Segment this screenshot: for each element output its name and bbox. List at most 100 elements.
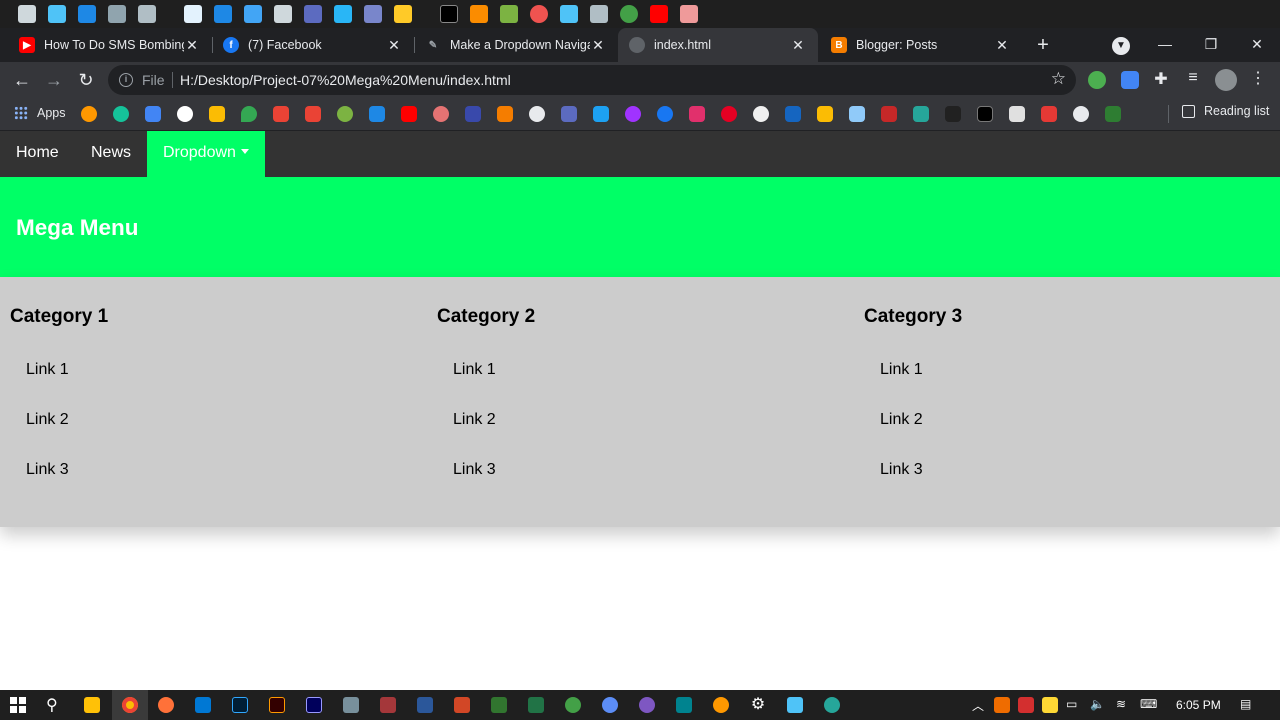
premiere-icon[interactable] [306, 697, 322, 713]
maps-icon[interactable] [241, 106, 257, 122]
forward-button[interactable]: → [42, 68, 66, 92]
notification-icon[interactable]: ▤ [1240, 697, 1251, 711]
menu-link[interactable]: Link 3 [880, 461, 923, 479]
nav-home-link[interactable]: Home [0, 131, 75, 177]
close-icon[interactable]: ✕ [386, 37, 402, 54]
close-icon[interactable]: ✕ [590, 37, 606, 54]
address-bar[interactable]: i File H:/Desktop/Project-07%20Mega%20Me… [108, 65, 1076, 95]
menu-icon[interactable]: ⋮ [1250, 68, 1266, 88]
bookmark-icon[interactable] [433, 106, 449, 122]
chevron-up-icon[interactable]: ︿ [972, 697, 984, 714]
app-icon[interactable] [676, 697, 692, 713]
tab-search-button[interactable]: ▼ [1112, 37, 1130, 55]
bookmark-star-icon[interactable]: ☆ [1051, 69, 1066, 89]
app-icon[interactable] [602, 697, 618, 713]
project-icon[interactable] [491, 697, 507, 713]
new-tab-button[interactable]: + [1032, 34, 1054, 56]
bookmark-icon[interactable] [1105, 106, 1121, 122]
media-control-icon[interactable]: ≡ [1183, 69, 1203, 87]
url-text[interactable]: H:/Desktop/Project-07%20Mega%20Menu/inde… [180, 72, 511, 88]
pinterest-icon[interactable] [721, 106, 737, 122]
app-icon[interactable] [639, 697, 655, 713]
vscode-icon[interactable] [195, 697, 211, 713]
app-shortcut-icon[interactable] [364, 5, 382, 23]
app-shortcut-icon[interactable] [334, 5, 352, 23]
app-icon[interactable] [787, 697, 803, 713]
windows-start-icon[interactable] [10, 697, 26, 713]
youtube-icon[interactable] [650, 5, 668, 23]
search-icon[interactable]: ⚲ [46, 695, 58, 715]
menu-link[interactable]: Link 2 [880, 411, 923, 429]
photos-icon[interactable] [273, 106, 289, 122]
browser-tab[interactable]: ▶ How To Do SMS Bombing ✕ [0, 28, 212, 62]
app-shortcut-icon[interactable] [620, 5, 638, 23]
app-shortcut-icon[interactable] [304, 5, 322, 23]
extension-icon[interactable] [1088, 71, 1106, 89]
globe-icon[interactable] [529, 106, 545, 122]
youtube-icon[interactable] [401, 106, 417, 122]
close-window-button[interactable]: ✕ [1234, 32, 1280, 56]
clock-time[interactable]: 6:05 PM [1176, 698, 1221, 712]
close-icon[interactable]: ✕ [790, 37, 806, 54]
github-icon[interactable] [753, 106, 769, 122]
app-shortcut-icon[interactable] [138, 5, 156, 23]
download-icon[interactable] [214, 5, 232, 23]
google-icon[interactable] [817, 106, 833, 122]
menu-link[interactable]: Link 2 [453, 411, 496, 429]
apps-shortcut[interactable]: Apps [14, 106, 66, 120]
app-shortcut-icon[interactable] [48, 5, 66, 23]
bookmark-icon[interactable] [465, 106, 481, 122]
google-icon[interactable] [177, 106, 193, 122]
menu-link[interactable]: Link 3 [26, 461, 69, 479]
bookmark-icon[interactable] [1041, 106, 1057, 122]
xampp-icon[interactable] [470, 5, 488, 23]
illustrator-icon[interactable] [269, 697, 285, 713]
messenger-icon[interactable] [625, 106, 641, 122]
bookmark-icon[interactable] [785, 106, 801, 122]
keyboard-icon[interactable]: ⌨ [1140, 697, 1157, 711]
facebook-icon[interactable] [657, 106, 673, 122]
music-icon[interactable] [244, 5, 262, 23]
battery-icon[interactable]: ▭ [1066, 697, 1077, 711]
photoshop-icon[interactable] [232, 697, 248, 713]
browser-tab-active[interactable]: index.html ✕ [618, 28, 818, 62]
powerpoint-icon[interactable] [454, 697, 470, 713]
app-shortcut-icon[interactable] [500, 5, 518, 23]
nav-dropdown-button[interactable]: Dropdown [147, 131, 265, 177]
menu-link[interactable]: Link 1 [26, 361, 69, 379]
app-icon[interactable] [565, 697, 581, 713]
app-shortcut-icon[interactable] [108, 5, 126, 23]
app-icon[interactable] [824, 697, 840, 713]
menu-link[interactable]: Link 1 [880, 361, 923, 379]
terminal-icon[interactable] [440, 5, 458, 23]
browser-tab[interactable]: ✎ Make a Dropdown Naviga ✕ [414, 28, 618, 62]
info-icon[interactable]: i [119, 73, 133, 87]
app-shortcut-icon[interactable] [78, 5, 96, 23]
app-shortcut-icon[interactable] [274, 5, 292, 23]
bookmark-icon[interactable] [913, 106, 929, 122]
back-button[interactable]: ← [10, 68, 34, 92]
menu-link[interactable]: Link 1 [453, 361, 496, 379]
browser-tab[interactable]: f (7) Facebook ✕ [212, 28, 414, 62]
globe-icon[interactable] [1073, 106, 1089, 122]
firefox-icon[interactable] [158, 697, 174, 713]
chrome-icon[interactable] [122, 697, 138, 713]
analytics-icon[interactable] [369, 106, 385, 122]
blogger-icon[interactable] [497, 106, 513, 122]
menu-link[interactable]: Link 2 [26, 411, 69, 429]
app-icon[interactable] [343, 697, 359, 713]
app-shortcut-icon[interactable] [560, 5, 578, 23]
tray-app-icon[interactable] [1018, 697, 1034, 713]
nav-news-link[interactable]: News [75, 131, 147, 177]
drive-icon[interactable] [209, 106, 225, 122]
wifi-icon[interactable]: ≋ [1116, 697, 1126, 711]
document-icon[interactable] [184, 5, 202, 23]
bookmark-icon[interactable] [881, 106, 897, 122]
bookmark-icon[interactable] [945, 106, 961, 122]
bookmark-icon[interactable] [849, 106, 865, 122]
translate-icon[interactable] [145, 106, 161, 122]
volume-icon[interactable]: 🔈 [1090, 697, 1105, 711]
app-shortcut-icon[interactable] [530, 5, 548, 23]
word-icon[interactable] [417, 697, 433, 713]
menu-link[interactable]: Link 3 [453, 461, 496, 479]
